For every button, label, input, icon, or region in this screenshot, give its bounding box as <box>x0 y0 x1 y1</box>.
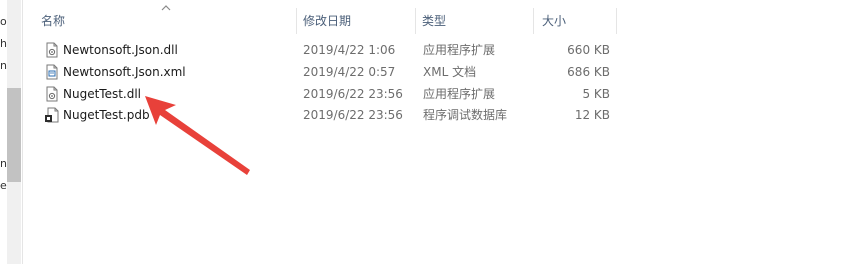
file-modified-date: 2019/6/22 23:56 <box>303 108 403 122</box>
sort-ascending-icon <box>161 5 171 11</box>
column-divider[interactable] <box>415 8 416 34</box>
file-row[interactable]: Newtonsoft.Json.xml 2019/4/22 0:57 XML 文… <box>38 61 618 83</box>
column-header-date[interactable]: 修改日期 <box>303 10 351 32</box>
file-size: 686 KB <box>567 65 610 79</box>
file-row[interactable]: Newtonsoft.Json.dll 2019/4/22 1:06 应用程序扩… <box>38 39 618 61</box>
nav-item-fragment[interactable]: e <box>0 180 7 192</box>
file-modified-date: 2019/4/22 0:57 <box>303 65 396 79</box>
column-header-name[interactable]: 名称 <box>41 10 65 32</box>
column-divider[interactable] <box>616 8 617 34</box>
file-size: 660 KB <box>567 43 610 57</box>
nav-item-fragment[interactable]: o <box>0 16 7 28</box>
column-divider[interactable] <box>533 8 534 34</box>
file-type: 应用程序扩展 <box>423 43 496 57</box>
pdb-file-icon <box>45 107 59 123</box>
xml-file-icon <box>46 64 58 80</box>
file-modified-date: 2019/4/22 1:06 <box>303 43 396 57</box>
file-row[interactable]: NugetTest.dll 2019/6/22 23:56 应用程序扩展 5 K… <box>38 83 618 105</box>
nav-scrollbar-thumb[interactable] <box>7 88 21 182</box>
dll-file-icon <box>46 42 58 58</box>
dll-file-icon <box>46 86 58 102</box>
file-name[interactable]: NugetTest.dll <box>63 83 141 105</box>
file-type: XML 文档 <box>423 65 477 79</box>
file-name[interactable]: Newtonsoft.Json.xml <box>63 61 186 83</box>
file-row[interactable]: NugetTest.pdb 2019/6/22 23:56 程序调试数据库 12… <box>38 104 618 126</box>
nav-item-fragment[interactable]: n <box>0 158 7 170</box>
file-name[interactable]: NugetTest.pdb <box>63 104 150 126</box>
pane-divider[interactable] <box>22 0 23 264</box>
nav-item-fragment[interactable]: h <box>0 38 7 50</box>
file-size: 12 KB <box>574 108 610 122</box>
nav-item-fragment[interactable]: n <box>0 60 7 72</box>
column-header-type[interactable]: 类型 <box>422 10 446 32</box>
column-divider[interactable] <box>296 8 297 34</box>
file-size: 5 KB <box>582 87 610 101</box>
column-header-size[interactable]: 大小 <box>542 10 566 32</box>
file-modified-date: 2019/6/22 23:56 <box>303 87 403 101</box>
file-name[interactable]: Newtonsoft.Json.dll <box>63 39 178 61</box>
file-type: 应用程序扩展 <box>423 87 496 101</box>
file-type: 程序调试数据库 <box>423 108 508 122</box>
